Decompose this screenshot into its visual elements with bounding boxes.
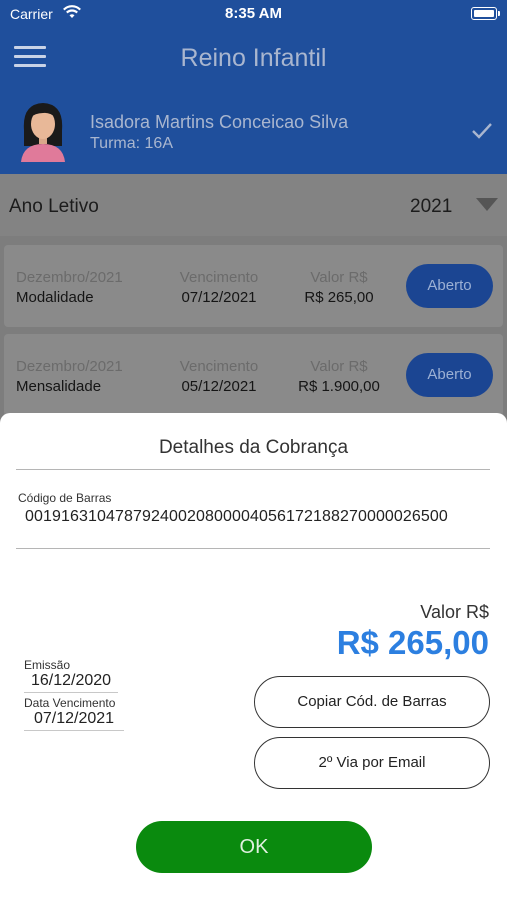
- student-name: Isadora Martins Conceicao Silva: [90, 112, 349, 132]
- clock: 8:35 AM: [225, 5, 282, 22]
- email-copy-button[interactable]: 2º Via por Email: [254, 737, 490, 789]
- value-label: Valor R$: [310, 358, 368, 375]
- modal-title: Detalhes da Cobrança: [158, 437, 349, 458]
- issue-date-value: 16/12/2020: [24, 672, 118, 693]
- copy-barcode-button[interactable]: Copiar Cód. de Barras: [254, 676, 490, 728]
- charge-type: Mensalidade: [16, 378, 102, 395]
- charge-period: Dezembro/2021: [16, 358, 123, 375]
- divider: [16, 548, 490, 549]
- ok-button[interactable]: OK: [136, 821, 372, 873]
- value-label: Valor R$: [420, 602, 489, 622]
- year-filter[interactable]: Ano Letivo 2021: [0, 174, 507, 236]
- battery-icon: [471, 7, 500, 20]
- avatar: [21, 103, 65, 162]
- status-button[interactable]: Aberto: [406, 353, 493, 397]
- status-button[interactable]: Aberto: [406, 264, 493, 308]
- app-title: Reino Infantil: [180, 44, 327, 72]
- issue-date-label: Emissão: [24, 658, 71, 672]
- due-date: 07/12/2021: [181, 289, 257, 306]
- due-date: 05/12/2021: [181, 378, 257, 395]
- student-header[interactable]: Isadora Martins Conceicao Silva Turma: 1…: [0, 88, 507, 174]
- barcode-label: Código de Barras: [18, 491, 112, 505]
- due-label: Vencimento: [179, 269, 259, 286]
- charge-type: Modalidade: [16, 289, 94, 306]
- charge-period: Dezembro/2021: [16, 269, 123, 286]
- charge-value: R$ 265,00: [304, 289, 374, 306]
- charge-card[interactable]: Dezembro/2021 Modalidade Vencimento 07/1…: [4, 245, 503, 327]
- due-date-value: 07/12/2021: [24, 710, 124, 731]
- nav-bar: Reino Infantil: [0, 30, 507, 88]
- value-label: Valor R$: [310, 269, 368, 286]
- status-bar: Carrier 8:35 AM: [0, 0, 507, 30]
- charge-value: R$ 1.900,00: [298, 378, 380, 395]
- year-filter-value: 2021: [410, 196, 453, 217]
- year-filter-label: Ano Letivo: [9, 196, 99, 217]
- value-amount: R$ 265,00: [336, 624, 489, 661]
- charge-card[interactable]: Dezembro/2021 Mensalidade Vencimento 05/…: [4, 334, 503, 416]
- due-label: Vencimento: [179, 358, 259, 375]
- dropdown-caret-icon: [476, 198, 498, 211]
- check-icon: [472, 123, 492, 139]
- barcode-value: 0019163104787924002080000405617218827000…: [25, 508, 448, 525]
- charge-details-modal: Detalhes da Cobrança Código de Barras 00…: [0, 413, 507, 900]
- due-date-label: Data Vencimento: [24, 696, 116, 710]
- divider: [16, 469, 490, 470]
- student-class: Turma: 16A: [90, 135, 173, 152]
